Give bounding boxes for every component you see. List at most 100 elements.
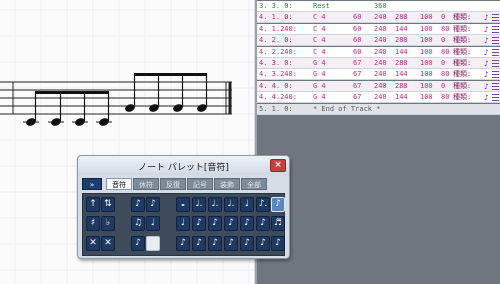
palette-note-button[interactable]: ♪ bbox=[192, 236, 206, 251]
palette-note-button[interactable]: ♫ bbox=[131, 216, 145, 231]
palette-note-button[interactable]: ♩ bbox=[146, 216, 160, 231]
palette-note-button[interactable]: ♪ bbox=[256, 236, 270, 251]
palette-note-button[interactable]: ♪ bbox=[271, 236, 285, 251]
event-velocity: 100 bbox=[420, 13, 433, 22]
palette-note-button[interactable]: 𝅝 bbox=[176, 197, 190, 212]
event-step: 144 bbox=[395, 47, 408, 56]
palette-note-button[interactable]: ♪ bbox=[176, 236, 190, 251]
event-gate: 240 bbox=[374, 70, 387, 79]
event-gate: 240 bbox=[374, 47, 387, 56]
palette-note-button[interactable]: ♪ bbox=[224, 236, 238, 251]
palette-note-button[interactable]: ♯ bbox=[86, 216, 100, 231]
event-velocity: 100 bbox=[420, 59, 433, 67]
palette-note-button[interactable]: ♬ bbox=[271, 216, 285, 231]
palette-note-button[interactable]: ♩ bbox=[240, 197, 254, 212]
palette-note-button[interactable]: ♪. bbox=[256, 197, 270, 212]
tab-symbols[interactable]: 記号 bbox=[187, 178, 213, 190]
tab-notes[interactable]: 音符 bbox=[106, 178, 132, 190]
event-time: 4. 2.240: bbox=[259, 47, 297, 56]
palette-titlebar[interactable]: ノート パレット[音符] × bbox=[78, 156, 289, 175]
event-list[interactable]: 3. 3. 0: Rest 360 4. 1. 0: C 4 60 240 288 100 0 種類… bbox=[257, 0, 500, 284]
event-time: 4. 1.240: bbox=[259, 24, 297, 33]
event-name: C 4 bbox=[313, 47, 326, 56]
staff-lines-icon[interactable] bbox=[492, 60, 499, 67]
palette-note-button[interactable]: ⇅ bbox=[101, 197, 115, 212]
event-row[interactable]: 5. 1. 0: * End of Track * bbox=[257, 103, 500, 115]
event-key: 67 bbox=[353, 93, 362, 102]
event-row[interactable]: 4. 1. 0: C 4 60 240 288 100 0 種類: ♪ bbox=[257, 12, 500, 24]
palette-note-button[interactable]: ✕ bbox=[101, 236, 115, 251]
staff-lines-icon[interactable] bbox=[492, 48, 499, 56]
palette-note-button[interactable]: ♩ bbox=[176, 216, 190, 231]
event-name: G 4 bbox=[313, 59, 326, 67]
palette-note-button[interactable]: ♩. bbox=[192, 197, 206, 212]
palette-note-button[interactable]: ♪ bbox=[192, 216, 206, 231]
event-row[interactable]: 4. 1.240: C 4 60 240 144 100 80 種類: ♪ bbox=[257, 23, 500, 35]
palette-note-button[interactable] bbox=[146, 236, 160, 251]
palette-note-button[interactable]: ♪ bbox=[208, 216, 222, 231]
event-key: 60 bbox=[353, 13, 362, 22]
event-offset: 80 bbox=[441, 70, 450, 79]
event-gate: 240 bbox=[374, 24, 387, 33]
palette-note-button[interactable]: ↑ bbox=[86, 197, 100, 212]
event-velocity: 100 bbox=[420, 93, 433, 102]
tab-all[interactable]: 全部 bbox=[241, 178, 267, 190]
palette-note-button[interactable]: ♪ bbox=[131, 236, 145, 251]
palette-note-button[interactable]: ♪ bbox=[256, 216, 270, 231]
palette-note-button[interactable]: ♪ bbox=[224, 216, 238, 231]
event-key: 67 bbox=[353, 70, 362, 79]
event-step: 288 bbox=[395, 36, 408, 45]
note-palette-window: ノート パレット[音符] × » 音符 休符 反復 記号 装飾 全部 ↑ ⇅ ♪ ♪ 𝅝… bbox=[77, 155, 290, 259]
palette-note-button[interactable]: ♩. bbox=[224, 197, 238, 212]
event-row[interactable]: 4. 3.240: G 4 67 240 144 100 80 種類: ♪ bbox=[257, 69, 500, 81]
staff-lines-icon[interactable] bbox=[492, 71, 499, 79]
event-key: 60 bbox=[353, 36, 362, 45]
palette-note-button[interactable]: ♪ bbox=[271, 197, 285, 212]
palette-note-button[interactable]: ♪ bbox=[146, 197, 160, 212]
expand-button[interactable]: » bbox=[82, 178, 102, 190]
event-row[interactable]: 4. 2.240: C 4 60 240 144 100 80 種類: ♪ bbox=[257, 46, 500, 58]
event-kind-label: 種類: bbox=[453, 81, 472, 90]
event-step: 288 bbox=[395, 13, 408, 22]
palette-note-button[interactable]: ♭ bbox=[101, 216, 115, 231]
event-name: G 4 bbox=[313, 70, 326, 79]
event-row[interactable]: 4. 4.240: G 4 67 240 144 100 80 種類: ♪ bbox=[257, 92, 500, 104]
event-row[interactable]: 4. 2. 0: C 4 60 240 288 100 0 種類: ♪ bbox=[257, 35, 500, 47]
event-time: 4. 1. 0: bbox=[259, 13, 293, 22]
eighth-note-icon: ♪ bbox=[484, 59, 489, 68]
close-button[interactable]: × bbox=[270, 159, 286, 172]
staff-lines-icon[interactable] bbox=[492, 82, 499, 90]
event-time: 4. 4. 0: bbox=[259, 81, 293, 90]
palette-note-button[interactable]: ♪ bbox=[240, 216, 254, 231]
palette-note-button[interactable]: ♩. bbox=[208, 197, 222, 212]
eighth-note-icon: ♪ bbox=[484, 93, 489, 103]
staff-lines-icon[interactable] bbox=[492, 94, 499, 102]
event-time: 5. 1. 0: bbox=[259, 104, 293, 113]
event-gate: 240 bbox=[374, 59, 387, 67]
event-gate: 360 bbox=[374, 2, 387, 10]
staff-lines-icon[interactable] bbox=[492, 25, 499, 33]
event-kind-label: 種類: bbox=[453, 36, 472, 45]
event-kind-label: 種類: bbox=[453, 70, 472, 79]
staff-lines-icon[interactable] bbox=[492, 14, 499, 22]
event-name: C 4 bbox=[313, 24, 326, 33]
event-row[interactable]: 4. 3. 0: G 4 67 240 288 100 0 種類: ♪ bbox=[257, 58, 500, 69]
tab-rests[interactable]: 休符 bbox=[133, 178, 159, 190]
event-row[interactable]: 4. 4. 0: G 4 67 240 288 100 0 種類: ♪ bbox=[257, 80, 500, 92]
palette-note-button[interactable]: ♪ bbox=[240, 236, 254, 251]
event-key: 60 bbox=[353, 24, 362, 33]
palette-note-button[interactable]: ✕ bbox=[86, 236, 100, 251]
palette-note-button[interactable]: ♪ bbox=[208, 236, 222, 251]
palette-note-button[interactable]: ♪ bbox=[131, 197, 145, 212]
staff-lines-icon[interactable] bbox=[492, 37, 499, 45]
event-row[interactable]: 3. 3. 0: Rest 360 bbox=[257, 1, 500, 12]
event-step: 288 bbox=[395, 59, 408, 67]
tab-repeat[interactable]: 反復 bbox=[160, 178, 186, 190]
event-step: 144 bbox=[395, 93, 408, 102]
tab-ornaments[interactable]: 装飾 bbox=[214, 178, 240, 190]
event-velocity: 100 bbox=[420, 36, 433, 45]
event-name: G 4 bbox=[313, 93, 326, 102]
event-time: 4. 4.240: bbox=[259, 93, 297, 102]
palette-tab-bar: » 音符 休符 反復 記号 装飾 全部 bbox=[82, 178, 285, 190]
beam bbox=[35, 91, 109, 94]
